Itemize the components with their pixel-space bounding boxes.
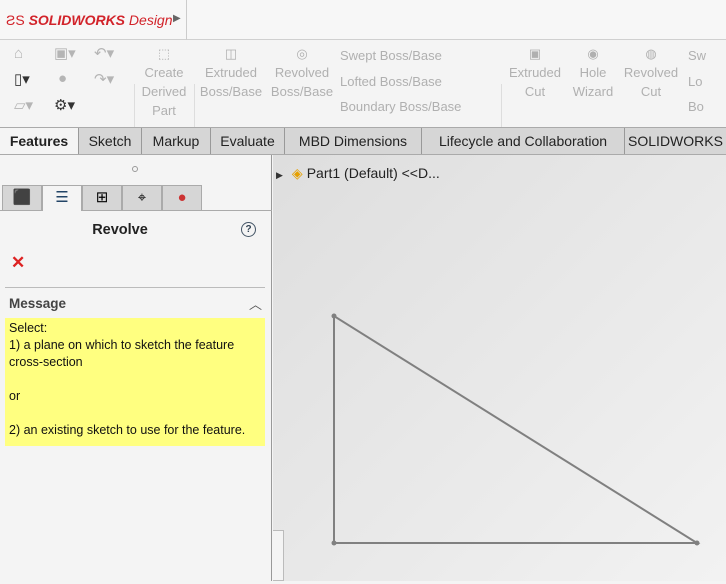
panel-grip[interactable] xyxy=(132,166,138,172)
message-box: Select: 1) a plane on which to sketch th… xyxy=(5,318,265,446)
part-icon: ◈ xyxy=(291,165,303,181)
hole-wizard-icon: ◉ xyxy=(587,46,599,61)
new-document-icon[interactable]: ▯▾ xyxy=(14,70,30,88)
revolve-icon: ◎ xyxy=(296,46,308,61)
display-manager-tab-icon[interactable]: ● xyxy=(162,185,202,211)
message-line: cross-section xyxy=(9,355,83,369)
derived-part-icon: ⬚ xyxy=(157,46,171,61)
undo-icon[interactable]: ↶▾ xyxy=(94,44,114,62)
message-line: 1) a plane on which to sketch the featur… xyxy=(9,338,235,352)
save-icon[interactable]: ▣▾ xyxy=(54,44,76,62)
hole-wizard-button[interactable]: ◉ Hole Wizard xyxy=(568,44,618,101)
tab-solidworks[interactable]: SOLIDWORKS xyxy=(625,128,726,154)
home-icon[interactable]: ⌂ xyxy=(14,45,23,62)
graphics-area[interactable] xyxy=(273,155,726,581)
message-line: or xyxy=(9,389,21,403)
extruded-boss-button[interactable]: ◫ Extruded Boss/Base xyxy=(199,44,263,101)
command-tabs: Features Sketch Markup Evaluate MBD Dime… xyxy=(0,127,726,155)
sketch-triangle[interactable] xyxy=(273,155,726,581)
options-gear-icon[interactable]: ⚙▾ xyxy=(54,96,75,114)
divider xyxy=(5,287,265,288)
boundary-boss-button[interactable]: Boundary Boss/Base xyxy=(340,97,461,116)
traffic-light-icon[interactable]: ● xyxy=(58,70,67,87)
sketch-lines xyxy=(333,314,701,544)
feature-tree-flyout[interactable]: ▶ ◈ Part1 (Default) <<D... xyxy=(276,165,440,182)
extrude-icon: ◫ xyxy=(224,46,238,61)
lofted-cut-button[interactable]: Lo xyxy=(688,72,702,91)
panel-title: Revolve xyxy=(92,222,148,238)
revolved-cut-icon: ◍ xyxy=(645,46,657,61)
boundary-cut-button[interactable]: Bo xyxy=(688,97,704,116)
message-line: Select: xyxy=(9,321,48,335)
sketch-point xyxy=(331,540,337,546)
sketch-point xyxy=(331,313,337,319)
extruded-cut-icon: ▣ xyxy=(528,46,542,61)
cancel-icon[interactable]: ✕ xyxy=(11,253,25,273)
swept-boss-button[interactable]: Swept Boss/Base xyxy=(340,46,442,65)
title-bar: ƧS SOLIDWORKS Design ▶ xyxy=(0,0,726,40)
divider xyxy=(186,0,187,40)
part-name: Part1 (Default) <<D... xyxy=(306,165,440,181)
revolved-boss-button[interactable]: ◎ Revolved Boss/Base xyxy=(270,44,334,101)
dimxpert-tab-icon[interactable]: ⌖ xyxy=(122,185,162,211)
solidworks-logo: ƧS SOLIDWORKS Design xyxy=(6,12,173,28)
message-line xyxy=(9,371,261,388)
tab-evaluate[interactable]: Evaluate xyxy=(211,128,285,154)
message-line xyxy=(9,405,261,422)
expand-arrow-icon[interactable]: ▶ xyxy=(276,170,283,180)
open-icon[interactable]: ▱▾ xyxy=(14,96,33,114)
redo-icon[interactable]: ↷▾ xyxy=(94,70,114,88)
message-line: 2) an existing sketch to use for the fea… xyxy=(9,423,246,437)
tab-lifecycle[interactable]: Lifecycle and Collaboration xyxy=(422,128,625,154)
configuration-manager-tab-icon[interactable]: ⊞ xyxy=(82,185,122,211)
expand-menu-arrow-icon[interactable]: ▶ xyxy=(173,13,181,24)
property-manager-tab-icon[interactable]: ☰ xyxy=(42,185,82,211)
help-icon[interactable]: ? xyxy=(241,222,256,237)
panel-tabs: ⬛ ☰ ⊞ ⌖ ● xyxy=(0,185,272,211)
lofted-boss-button[interactable]: Lofted Boss/Base xyxy=(340,72,442,91)
create-derived-part-button[interactable]: ⬚ Create Derived Part xyxy=(139,44,189,120)
revolved-cut-button[interactable]: ◍ Revolved Cut xyxy=(622,44,680,101)
tab-mbd-dimensions[interactable]: MBD Dimensions xyxy=(285,128,422,154)
command-manager: ⌂ ▣▾ ↶▾ ▯▾ ● ↷▾ ▱▾ ⚙▾ ⬚ Create Derived Pa… xyxy=(0,40,726,164)
tab-sketch[interactable]: Sketch xyxy=(79,128,142,154)
collapse-chevron-icon[interactable]: ︿ xyxy=(249,294,262,313)
feature-tree-tab-icon[interactable]: ⬛ xyxy=(2,185,42,211)
swept-cut-button[interactable]: Sw xyxy=(688,46,706,65)
message-header[interactable]: Message xyxy=(9,296,66,311)
tab-markup[interactable]: Markup xyxy=(142,128,211,154)
tab-features[interactable]: Features xyxy=(0,128,79,154)
panel-resize-handle[interactable] xyxy=(273,530,284,581)
sketch-point xyxy=(694,540,700,546)
extruded-cut-button[interactable]: ▣ Extruded Cut xyxy=(505,44,565,101)
